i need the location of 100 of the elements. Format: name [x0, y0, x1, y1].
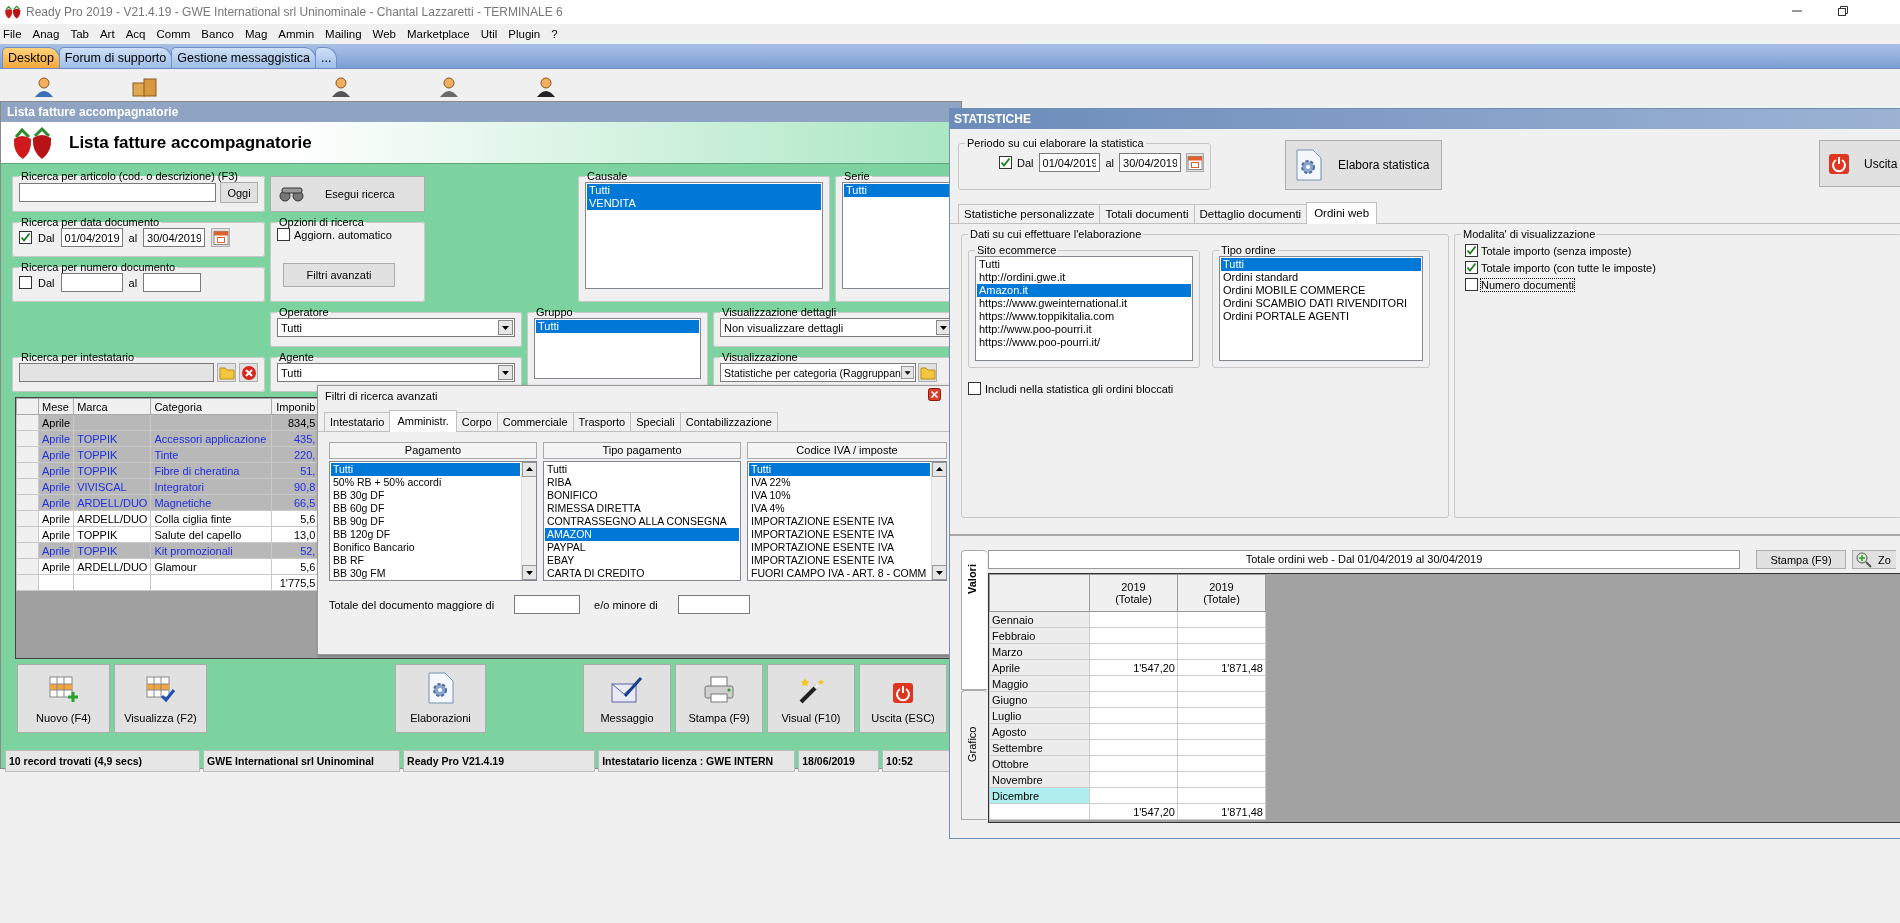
list-item[interactable]: CONTRASSEGNO ALLA CONSEGNA	[545, 515, 739, 528]
list-item[interactable]: CARTA DI CREDITO	[545, 567, 739, 580]
menu-item[interactable]: Plugin	[505, 28, 549, 40]
dropdown[interactable]: Tutti	[277, 318, 515, 337]
list-item[interactable]: Tutti	[844, 184, 951, 197]
list-item[interactable]: BB 120g DF	[331, 528, 520, 541]
list-item[interactable]: BB RF	[331, 554, 520, 567]
menu-item[interactable]: File	[0, 28, 30, 40]
scrollbar[interactable]	[521, 462, 536, 580]
tab[interactable]: Grafico	[961, 690, 987, 820]
table-row[interactable]: Aprile ARDELL/DUO Glamour 5,6	[16, 558, 319, 575]
list-box[interactable]: Tutti Ordini standard Ordini MOBILE COMMERCE Ordini SCAMBIO DATI RIVENDITORI Ordini PORTALE AGENTI	[1219, 256, 1423, 361]
tab[interactable]: Valori	[961, 550, 987, 690]
menu-item[interactable]: Ammin	[275, 28, 323, 40]
tab[interactable]: Trasporto	[572, 412, 632, 431]
date-field[interactable]: 01/04/2019	[60, 228, 123, 247]
checkbox[interactable]	[1465, 244, 1478, 257]
list-item[interactable]: AMAZON	[545, 528, 739, 541]
list-item[interactable]: http://ordini.gwe.it	[977, 271, 1191, 284]
list-item[interactable]: IVA 4%	[749, 502, 930, 515]
list-box[interactable]: Tutti RIBA BONIFICO RIMESSA DIRETTA CONTRASSEGNO ALLA CONSEGNA AMAZON PAYPAL EBAY CARTA DI CREDITO	[543, 461, 741, 581]
list-item[interactable]: Tutti	[331, 463, 520, 476]
toolbar-button[interactable]: Uscita (ESC)	[859, 664, 947, 733]
search-button[interactable]: Esegui ricerca	[270, 176, 425, 212]
calendar-button[interactable]	[1186, 153, 1204, 172]
list-item[interactable]: Ordini MOBILE COMMERCE	[1221, 284, 1421, 297]
tab[interactable]: Statistiche personalizzate	[958, 204, 1101, 223]
list-box[interactable]: Tutti IVA 22% IVA 10% IVA 4% IMPORTAZIONE ESENTE IVA IMPORTAZIONE ESENTE IVA IMPORTAZIONE ESENTE IVA IMPORTAZIONE ESENTE IVA FUORI CAMPO IVA - ART. 8 - COMM	[747, 461, 947, 581]
table-row[interactable]: Aprile ARDELL/DUO Colla ciglia finte 5,6	[16, 510, 319, 527]
list-item[interactable]: Ordini PORTALE AGENTI	[1221, 310, 1421, 323]
list-item[interactable]: Tutti	[749, 463, 930, 476]
list-item[interactable]: BB 30g FM	[331, 567, 520, 580]
tab[interactable]: Corpo	[455, 412, 498, 431]
dropdown[interactable]: Tutti	[277, 363, 515, 382]
list-item[interactable]: Tutti	[536, 320, 699, 333]
tab[interactable]: Desktop	[2, 47, 60, 68]
list-item[interactable]: Tutti	[587, 184, 821, 197]
menu-item[interactable]: Mailing	[322, 28, 370, 40]
list-item[interactable]: VENDITA	[587, 197, 821, 210]
amount-field[interactable]	[677, 595, 750, 614]
menu-item[interactable]: Tab	[67, 28, 97, 40]
calendar-button[interactable]	[211, 228, 231, 247]
list-item[interactable]: Tutti	[545, 463, 739, 476]
list-item[interactable]: https://www.gweinternational.it	[977, 297, 1191, 310]
menu-item[interactable]: Art	[96, 28, 123, 40]
menu-item[interactable]: Mag	[241, 28, 276, 40]
checkbox[interactable]	[1465, 278, 1478, 291]
menu-item[interactable]: Anag	[29, 28, 68, 40]
list-item[interactable]: BONIFICO	[545, 489, 739, 502]
menu-item[interactable]: Comm	[153, 28, 199, 40]
tab[interactable]: Contabilizzazione	[679, 412, 778, 431]
tab[interactable]: ...	[315, 47, 338, 68]
list-item[interactable]: EBAY	[545, 554, 739, 567]
search-field[interactable]	[19, 183, 216, 202]
menu-item[interactable]: Util	[477, 28, 506, 40]
tab[interactable]: Forum di supporto	[58, 47, 173, 68]
toolbar-button[interactable]: Visual (F10)	[767, 664, 855, 733]
list-item[interactable]: Amazon.it	[977, 284, 1191, 297]
tab[interactable]: Ordini web	[1306, 202, 1378, 224]
table-row[interactable]: 1'775,5	[16, 574, 319, 591]
toolbar-button[interactable]: Messaggio	[583, 664, 671, 733]
list-item[interactable]: IMPORTAZIONE ESENTE IVA	[749, 554, 930, 567]
list-item[interactable]: IVA 22%	[749, 476, 930, 489]
dropdown[interactable]: Statistiche per categoria (Raggruppan	[720, 363, 916, 382]
list-item[interactable]: BB 60g DF	[331, 502, 520, 515]
toolbar-button[interactable]: Elaborazioni	[395, 664, 486, 733]
list-item[interactable]: IMPORTAZIONE ESENTE IVA	[749, 528, 930, 541]
tab[interactable]: Intestatario	[324, 412, 391, 431]
list-item[interactable]: Tutti	[977, 258, 1191, 271]
checkbox[interactable]	[277, 228, 290, 241]
list-item[interactable]: RIBA	[545, 476, 739, 489]
menu-item[interactable]: Marketplace	[404, 28, 478, 40]
checkbox[interactable]	[968, 382, 981, 395]
checkbox[interactable]	[999, 156, 1012, 169]
date-field[interactable]: 30/04/2019	[1119, 153, 1181, 172]
table-row[interactable]: Aprile TOPPIK Salute del capello 13,0	[16, 526, 319, 543]
tab[interactable]: Gestione messaggistica	[171, 47, 316, 68]
clear-button[interactable]	[239, 363, 258, 382]
checkbox[interactable]	[19, 231, 32, 244]
list-item[interactable]: Tutti	[1221, 258, 1421, 271]
toolbar-button[interactable]: Stampa (F9)	[675, 664, 763, 733]
today-button[interactable]: Oggi	[220, 182, 258, 203]
tab[interactable]: Amministr.	[389, 410, 457, 432]
print-button[interactable]: Stampa (F9)	[1756, 550, 1846, 569]
list-item[interactable]: BB 90g DF	[331, 515, 520, 528]
list-item[interactable]: Ordini standard	[1221, 271, 1421, 284]
menu-item[interactable]: Banco	[198, 28, 242, 40]
process-button[interactable]: Elabora statistica	[1285, 140, 1442, 190]
number-field[interactable]	[143, 273, 202, 292]
scrollbar[interactable]	[931, 462, 946, 580]
menu-item[interactable]: Web	[369, 28, 404, 40]
close-button[interactable]	[928, 388, 941, 403]
tab[interactable]: Speciali	[630, 412, 681, 431]
menu-item[interactable]: Acq	[122, 28, 154, 40]
toolbar-button[interactable]: Nuovo (F4)	[17, 664, 110, 733]
list-item[interactable]: PAYPAL	[545, 541, 739, 554]
list-box[interactable]: Tutti http://ordini.gwe.it Amazon.it https://www.gweinternational.it https://www.toppikitalia.com http://www.poo-pourri.it https://www.poo-pourri.it/	[975, 256, 1193, 361]
list-item[interactable]: https://www.poo-pourri.it/	[977, 336, 1191, 349]
list-item[interactable]: Ordini SCAMBIO DATI RIVENDITORI	[1221, 297, 1421, 310]
list-item[interactable]: http://www.poo-pourri.it	[977, 323, 1191, 336]
